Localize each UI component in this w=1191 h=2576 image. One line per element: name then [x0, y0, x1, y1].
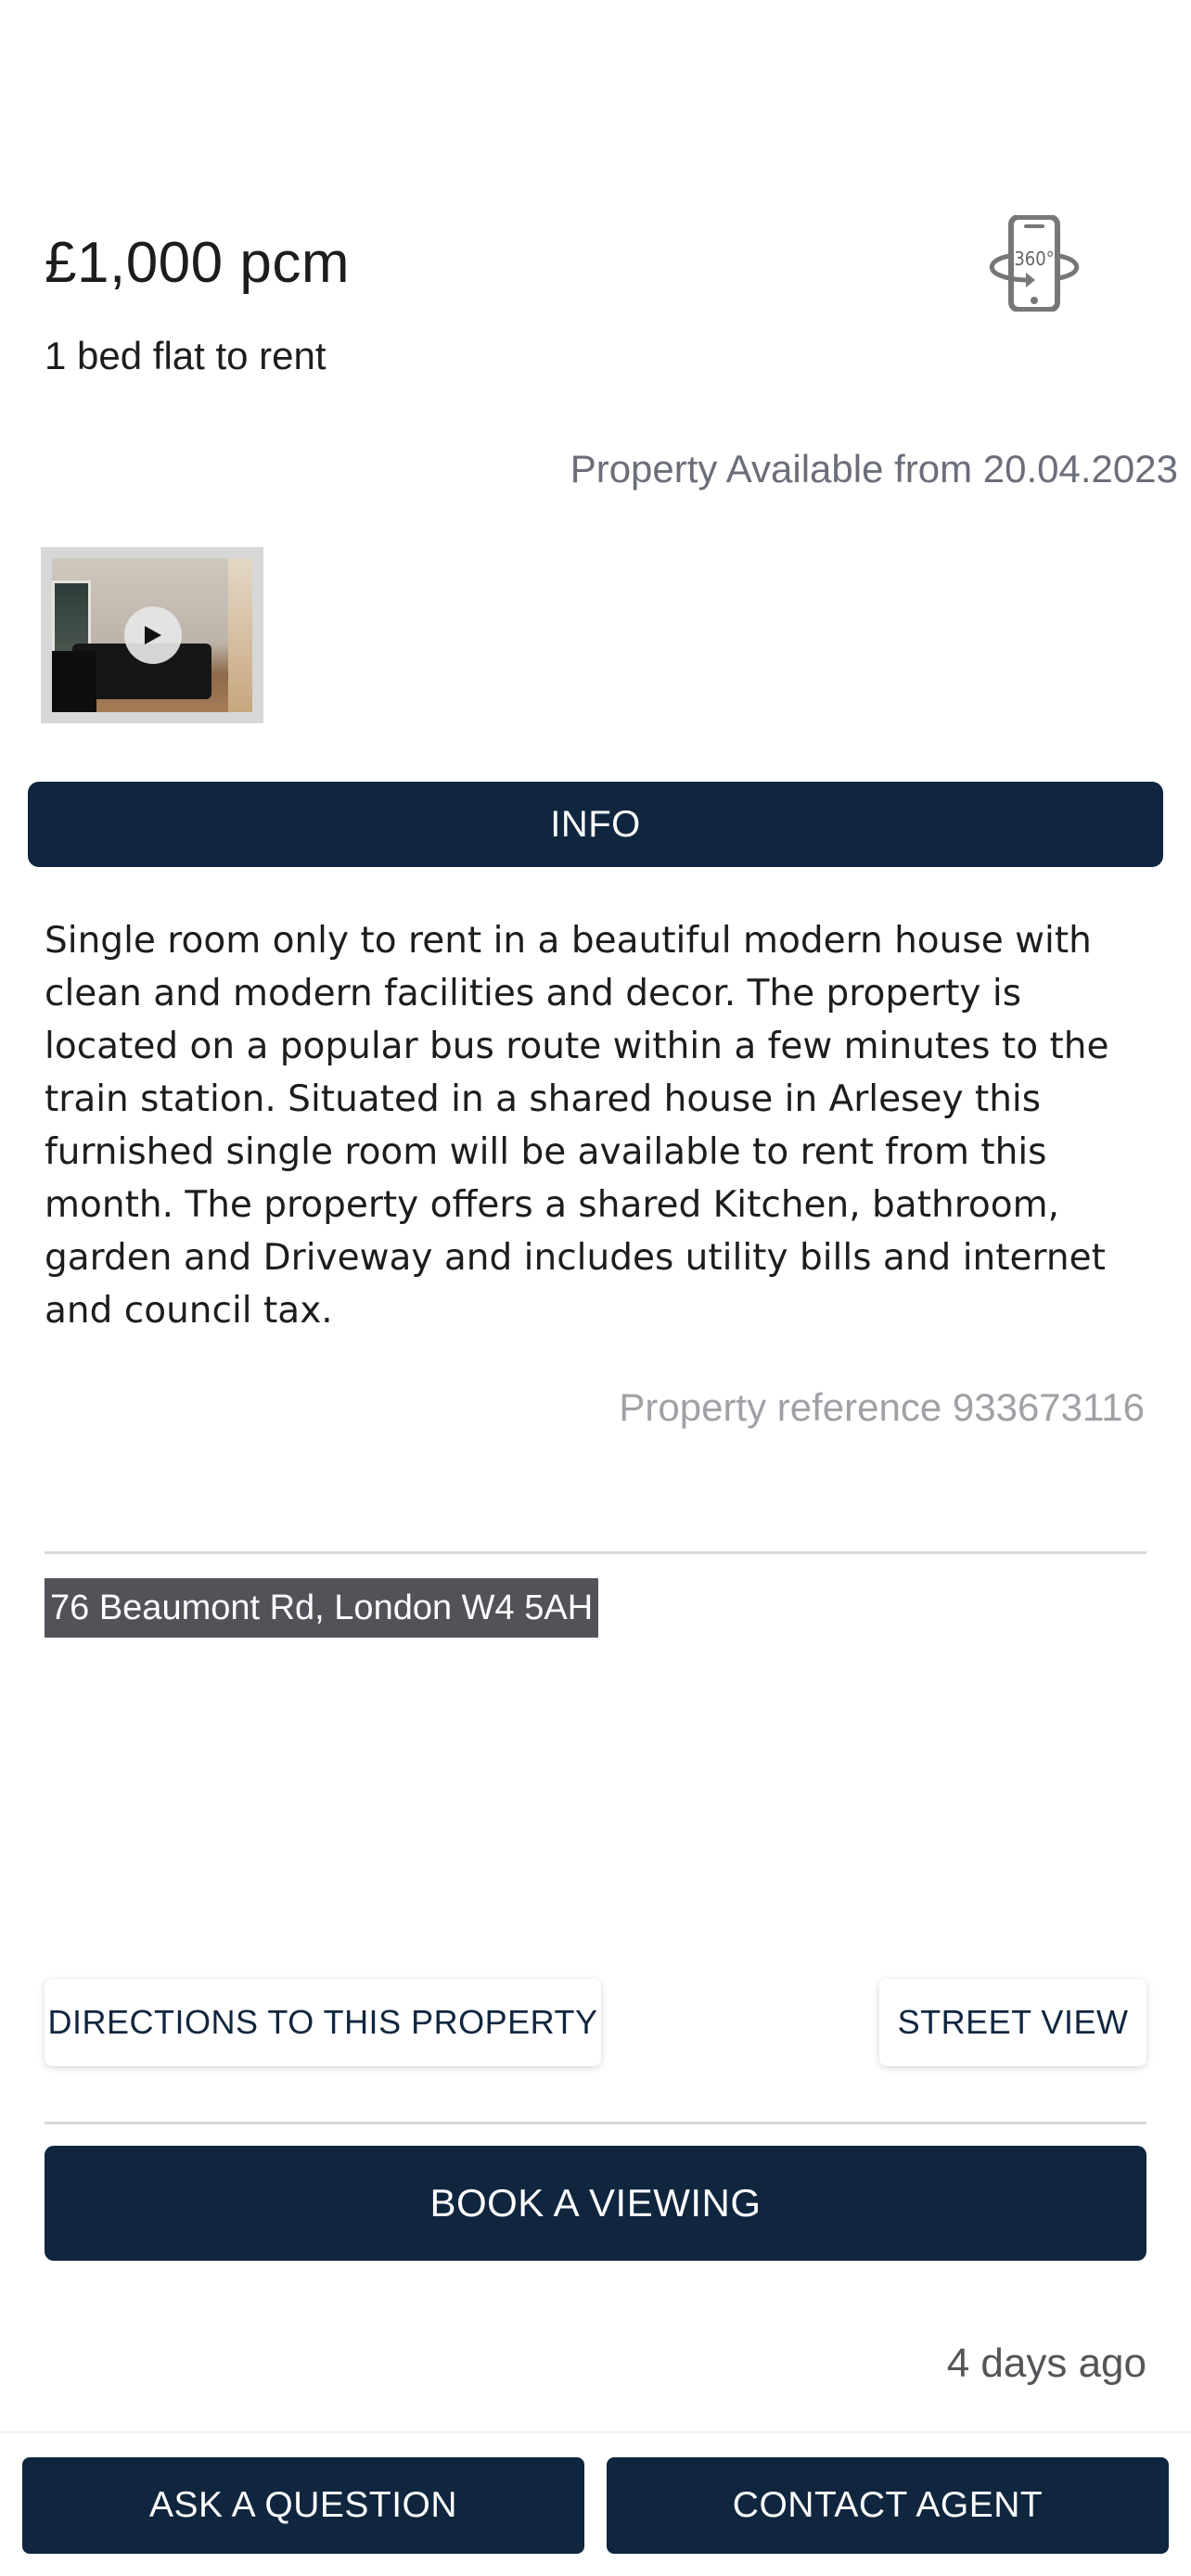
price: £1,000 pcm	[45, 231, 350, 295]
street-view-button[interactable]: STREET VIEW	[879, 1979, 1146, 2066]
availability-date: Property Available from 20.04.2023	[570, 447, 1178, 491]
posted-time: 4 days ago	[946, 2340, 1146, 2386]
property-description: Single room only to rent in a beautiful …	[45, 920, 1109, 1332]
ask-question-button[interactable]: ASK A QUESTION	[22, 2457, 584, 2554]
book-viewing-button[interactable]: BOOK A VIEWING	[45, 2146, 1146, 2261]
video-thumbnail[interactable]	[41, 547, 263, 723]
divider	[45, 1551, 1146, 1554]
play-icon[interactable]	[124, 606, 182, 664]
divider	[45, 2122, 1146, 2124]
info-section-header: INFO	[28, 782, 1163, 867]
property-reference: Property reference 933673116	[619, 1385, 1145, 1429]
directions-button[interactable]: DIRECTIONS TO THIS PROPERTY	[45, 1979, 601, 2066]
property-address: 76 Beaumont Rd, London W4 5AH	[45, 1578, 599, 1638]
property-detail-page: £1,000 pcm 1 bed flat to rent 360° Prope…	[0, 0, 1191, 2576]
svg-text:360°: 360°	[1014, 248, 1054, 270]
contact-agent-button[interactable]: CONTACT AGENT	[607, 2457, 1169, 2554]
360-phone-icon[interactable]: 360°	[985, 214, 1083, 312]
property-type: 1 bed flat to rent	[45, 334, 327, 377]
bottom-action-bar: ASK A QUESTION CONTACT AGENT	[0, 2431, 1191, 2576]
